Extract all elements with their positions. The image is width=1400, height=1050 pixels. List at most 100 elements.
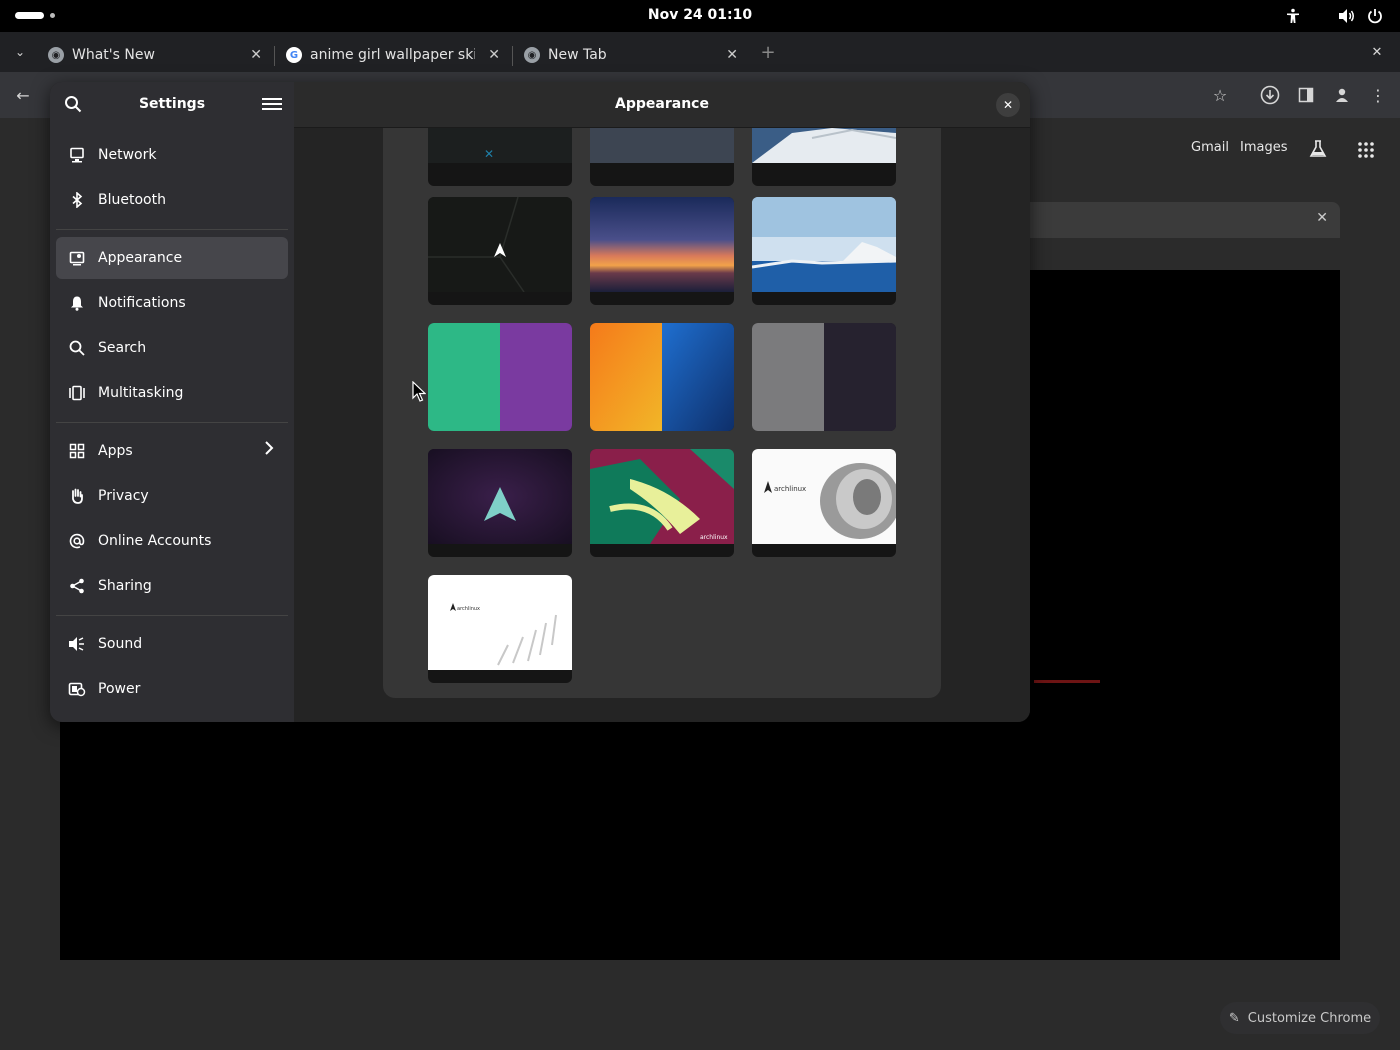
wallpaper-thumbnail[interactable] xyxy=(590,197,734,305)
sidebar-item-label: Notifications xyxy=(98,295,186,311)
panel-header: Appearance ✕ xyxy=(294,82,1030,128)
wallpaper-thumbnail[interactable] xyxy=(752,323,896,431)
wallpaper-thumbnail[interactable]: archlinux xyxy=(428,575,572,683)
close-icon[interactable]: ✕ xyxy=(488,47,500,63)
wallpaper-caption: archlinux xyxy=(700,534,728,541)
page-title: Appearance xyxy=(615,96,709,112)
hamburger-menu-icon[interactable] xyxy=(262,94,282,114)
sidebar-item-sound[interactable]: Sound xyxy=(56,623,288,665)
side-panel-icon[interactable] xyxy=(1295,84,1317,106)
google-icon: G xyxy=(286,47,302,63)
labs-flask-icon[interactable] xyxy=(1307,138,1329,160)
sidebar-item-privacy[interactable]: Privacy xyxy=(56,475,288,517)
sidebar-item-label: Apps xyxy=(98,443,133,459)
sidebar-item-bluetooth[interactable]: Bluetooth xyxy=(56,179,288,221)
workspace-dot[interactable] xyxy=(50,13,55,18)
appearance-panel: Appearance ✕ ✕ archlinux archlinux archl… xyxy=(294,82,1030,722)
wallpaper-thumbnail[interactable]: ✕ xyxy=(428,128,572,186)
sidebar-item-search[interactable]: Search xyxy=(56,327,288,369)
gmail-link[interactable]: Gmail xyxy=(1191,140,1229,155)
close-icon[interactable]: ✕ xyxy=(726,47,738,63)
sidebar-divider xyxy=(56,422,288,423)
profile-icon[interactable] xyxy=(1331,84,1353,106)
wallpaper-thumbnail[interactable] xyxy=(590,323,734,431)
tab-anime-search[interactable]: G anime girl wallpaper skin ✕ xyxy=(286,38,506,72)
bluetooth-icon xyxy=(66,189,88,211)
back-icon[interactable]: ← xyxy=(12,84,34,106)
wallpaper-gallery: ✕ archlinux archlinux archlinux xyxy=(383,128,941,698)
sidebar-item-appearance[interactable]: Appearance xyxy=(56,237,288,279)
clock[interactable]: Nov 24 01:10 xyxy=(600,7,800,23)
wallpaper-caption: archlinux xyxy=(457,606,480,612)
share-icon xyxy=(66,575,88,597)
wallpaper-thumbnail[interactable] xyxy=(590,128,734,186)
progress-line xyxy=(1034,680,1100,683)
gnome-top-bar: Nov 24 01:10 xyxy=(0,0,1400,32)
close-button[interactable]: ✕ xyxy=(996,93,1020,117)
accessibility-icon[interactable] xyxy=(1283,6,1303,26)
tab-new-tab[interactable]: ◉ New Tab ✕ xyxy=(524,38,744,72)
wallpaper-thumbnail[interactable] xyxy=(752,197,896,305)
power-icon xyxy=(66,678,88,700)
apps-icon xyxy=(66,440,88,462)
sidebar-item-power[interactable]: Power xyxy=(56,668,288,710)
window-close-icon[interactable]: ✕ xyxy=(1366,41,1388,63)
sidebar-item-network[interactable]: Network xyxy=(56,134,288,176)
wallpaper-thumbnail[interactable] xyxy=(428,197,572,305)
sidebar-item-label: Sound xyxy=(98,636,143,652)
close-icon[interactable]: ✕ xyxy=(250,47,262,63)
power-icon[interactable] xyxy=(1365,6,1385,26)
wallpaper-thumbnail[interactable] xyxy=(428,323,572,431)
chrome-icon: ◉ xyxy=(48,47,64,63)
volume-icon[interactable] xyxy=(1337,6,1357,26)
more-menu-icon[interactable]: ⋮ xyxy=(1367,84,1389,106)
svg-text:✕: ✕ xyxy=(484,147,494,161)
wallpaper-thumbnail[interactable]: archlinux xyxy=(752,449,896,557)
speaker-icon xyxy=(66,633,88,655)
customize-chrome-button[interactable]: ✎ Customize Chrome xyxy=(1220,1002,1380,1034)
settings-window: Settings Network Bluetooth Appearance No… xyxy=(50,82,1030,722)
multitasking-icon xyxy=(66,382,88,404)
chrome-icon: ◉ xyxy=(524,47,540,63)
apps-grid-icon[interactable] xyxy=(1355,139,1377,161)
bell-icon xyxy=(66,292,88,314)
tab-whats-new[interactable]: ◉ What's New ✕ xyxy=(48,38,268,72)
settings-sidebar: Settings Network Bluetooth Appearance No… xyxy=(50,82,294,722)
appearance-icon xyxy=(66,247,88,269)
wallpaper-thumbnail[interactable] xyxy=(752,128,896,186)
dialog-panel-header: ✕ xyxy=(1030,202,1340,238)
tab-strip: ⌄ ◉ What's New ✕ G anime girl wallpaper … xyxy=(0,32,1400,72)
download-icon[interactable] xyxy=(1259,84,1281,106)
tab-divider xyxy=(274,46,275,66)
sidebar-item-notifications[interactable]: Notifications xyxy=(56,282,288,324)
images-link[interactable]: Images xyxy=(1240,140,1288,155)
chevron-right-icon xyxy=(264,440,274,461)
wallpaper-caption: archlinux xyxy=(774,485,806,493)
tab-search-icon[interactable]: ⌄ xyxy=(9,41,31,63)
sidebar-item-label: Search xyxy=(98,340,147,356)
wallpaper-thumbnail[interactable]: archlinux xyxy=(590,449,734,557)
sidebar-header: Settings xyxy=(50,82,294,128)
sidebar-item-online-accounts[interactable]: Online Accounts xyxy=(56,520,288,562)
sidebar-item-label: Sharing xyxy=(98,578,152,594)
activities-indicator[interactable] xyxy=(15,12,44,19)
network-icon xyxy=(66,144,88,166)
sidebar-item-multitasking[interactable]: Multitasking xyxy=(56,372,288,414)
tab-label: anime girl wallpaper skin xyxy=(310,47,475,63)
sidebar-item-label: Appearance xyxy=(98,250,183,266)
hand-icon xyxy=(66,485,88,507)
sidebar-item-label: Bluetooth xyxy=(98,192,166,208)
sidebar-title: Settings xyxy=(138,96,206,112)
new-tab-button[interactable]: + xyxy=(757,41,779,63)
close-icon[interactable]: ✕ xyxy=(1316,210,1328,226)
tab-label: New Tab xyxy=(548,47,607,63)
tab-label: What's New xyxy=(72,47,155,63)
sidebar-item-apps[interactable]: Apps xyxy=(56,430,288,472)
sidebar-item-label: Multitasking xyxy=(98,385,184,401)
sidebar-item-sharing[interactable]: Sharing xyxy=(56,565,288,607)
wallpaper-thumbnail[interactable] xyxy=(428,449,572,557)
search-icon xyxy=(66,337,88,359)
sidebar-item-label: Online Accounts xyxy=(98,533,212,549)
bookmark-star-icon[interactable]: ☆ xyxy=(1209,84,1231,106)
sidebar-item-label: Privacy xyxy=(98,488,149,504)
